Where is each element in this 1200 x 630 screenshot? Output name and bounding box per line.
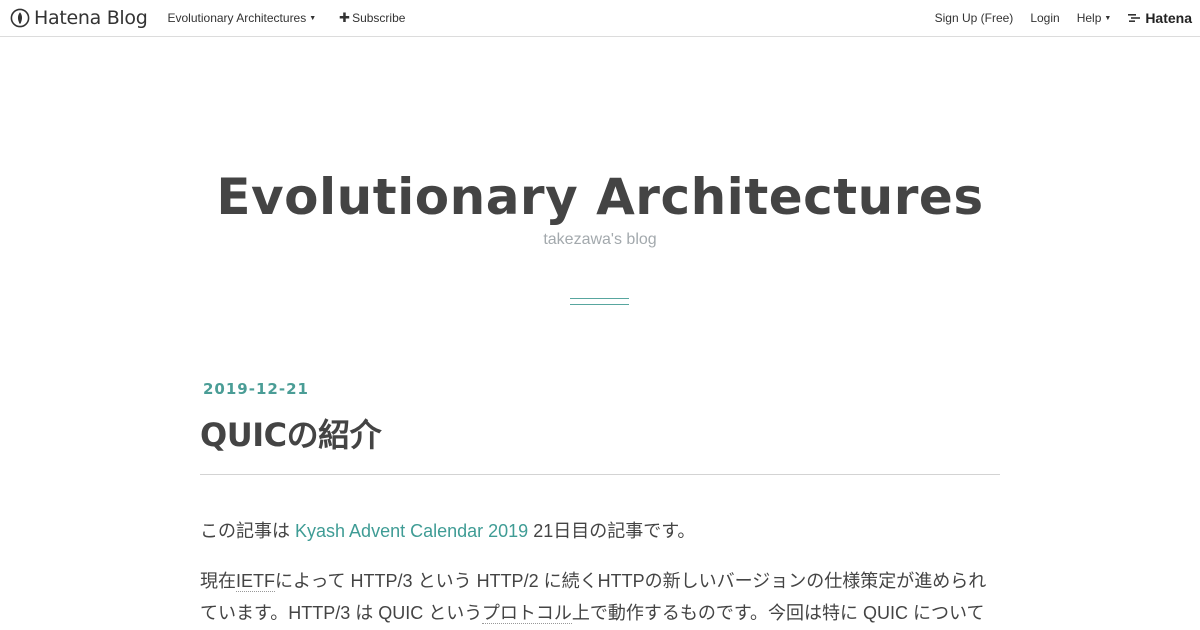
brand-text: Hatena Blog <box>34 7 148 29</box>
chevron-down-icon: ▼ <box>309 14 317 22</box>
hatena-blog-icon <box>10 8 30 28</box>
title-divider <box>200 474 1000 475</box>
blog-description: takezawa's blog <box>543 231 657 248</box>
header-divider <box>570 298 629 306</box>
plus-icon: ✚ <box>339 10 351 25</box>
entry-paragraph-intro: この記事は Kyash Advent Calendar 2019 21日目の記事… <box>200 515 1000 547</box>
advent-calendar-link[interactable]: Kyash Advent Calendar 2019 <box>295 521 528 541</box>
intro-text-after: 21日目の記事です。 <box>528 521 696 541</box>
help-dropdown[interactable]: Help ▼ <box>1077 11 1112 25</box>
blog-menu-dropdown[interactable]: Evolutionary Architectures ▼ <box>168 11 317 25</box>
body-text-3: 上で動作するものです。今回は特に QUIC について <box>571 603 985 623</box>
entry-title[interactable]: QUICの紹介 <box>200 410 382 456</box>
chevron-down-icon: ▼ <box>1104 14 1112 22</box>
hatena-logo[interactable]: Hatena <box>1128 10 1192 26</box>
hatena-icon <box>1128 14 1141 22</box>
blog-title[interactable]: Evolutionary Architectures <box>0 166 1200 228</box>
blog-menu-label: Evolutionary Architectures <box>167 11 307 25</box>
signup-link[interactable]: Sign Up (Free) <box>935 11 1014 25</box>
global-header: Hatena Blog Evolutionary Architectures ▼… <box>0 0 1200 37</box>
subscribe-label: Subscribe <box>352 11 406 25</box>
entry-paragraph-body: 現在IETFによって HTTP/3 という HTTP/2 に続くHTTPの新しい… <box>200 565 1000 629</box>
hatena-logo-text: Hatena <box>1145 10 1192 26</box>
entry-date[interactable]: 2019-12-21 <box>203 380 309 398</box>
nav-left: Evolutionary Architectures ▼ ✚ Subscribe <box>168 10 429 26</box>
body-text-1: 現在 <box>200 571 236 591</box>
intro-text-before: この記事は <box>200 521 296 541</box>
help-label: Help <box>1076 11 1102 25</box>
hatena-blog-logo[interactable]: Hatena Blog <box>10 0 148 37</box>
keyword-ietf[interactable]: IETF <box>236 571 275 592</box>
login-link[interactable]: Login <box>1030 11 1059 25</box>
keyword-protocol[interactable]: プロトコル <box>481 603 572 624</box>
nav-right: Sign Up (Free) Login Help ▼ Hatena <box>935 10 1192 26</box>
subscribe-button[interactable]: ✚ Subscribe <box>339 10 405 26</box>
